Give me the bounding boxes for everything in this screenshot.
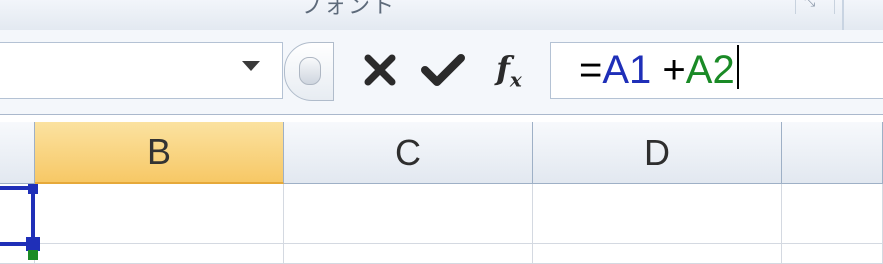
range-resize-handle[interactable] [26,237,40,251]
name-box[interactable] [0,42,283,99]
function-icon: fx [496,48,522,92]
column-header-d[interactable]: D [533,122,782,184]
checkmark-icon [421,54,465,86]
enter-button[interactable] [418,46,468,94]
formula-ref-a2: A2 [685,48,735,92]
formula-bar: fx =A1 +A2 [0,30,883,115]
column-header-b[interactable]: B [35,122,284,184]
formula-plus: + [651,48,686,92]
formula-bar-splitter[interactable] [284,42,334,101]
cell-c1[interactable] [284,184,533,244]
formula-input[interactable]: =A1 +A2 [550,42,883,99]
range-handle-a2[interactable] [28,250,38,260]
font-dialog-launcher[interactable]: ⤡ [795,0,835,14]
cell-d2[interactable] [533,244,782,264]
column-header-c[interactable]: C [284,122,533,184]
cell-d1[interactable] [533,184,782,244]
ribbon-separator [842,0,844,30]
chevron-down-icon[interactable] [242,61,260,71]
cell-c2[interactable] [284,244,533,264]
cell-b2[interactable] [35,244,284,264]
column-header-e[interactable] [782,122,883,184]
cell-e1[interactable] [782,184,883,244]
cell-e2[interactable] [782,244,883,264]
formula-ref-a1: A1 [602,48,652,92]
cell-b1[interactable] [35,184,284,244]
text-caret [736,45,739,89]
insert-function-button[interactable]: fx [484,46,534,94]
splitter-knob-icon[interactable] [299,57,321,85]
column-header-a[interactable] [0,122,35,184]
close-icon [364,54,396,86]
dialog-launcher-icon: ⤡ [804,0,816,10]
ribbon: フォント ⤡ [0,0,883,31]
range-handle-top[interactable] [28,184,38,194]
formula-equals: = [579,48,603,92]
font-group-label: フォント [300,0,397,19]
cancel-button[interactable] [358,46,402,94]
